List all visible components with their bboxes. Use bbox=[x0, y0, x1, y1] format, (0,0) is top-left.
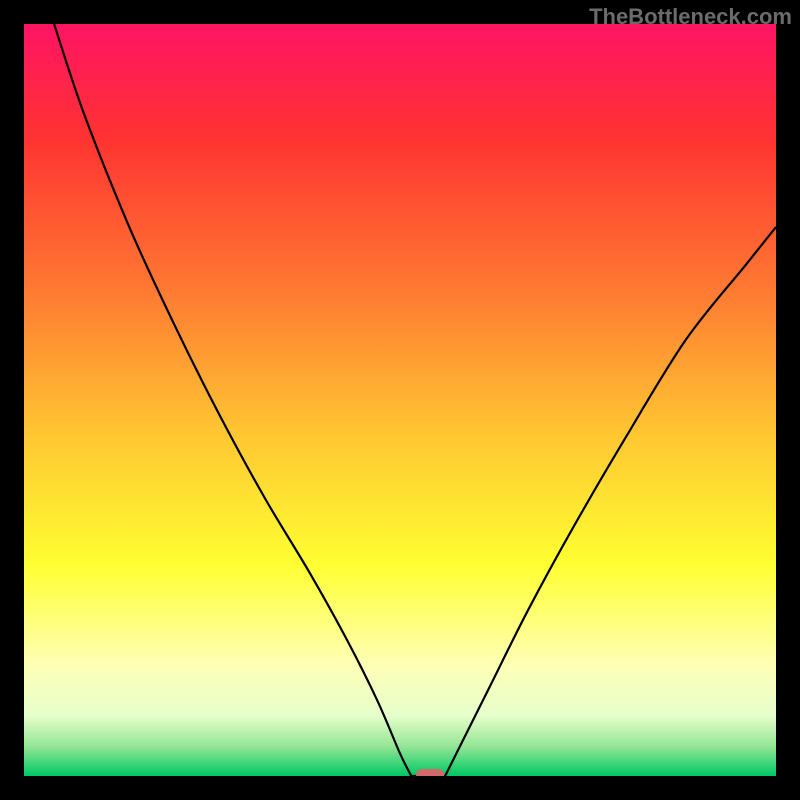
watermark-text: TheBottleneck.com bbox=[589, 4, 792, 30]
plot-area bbox=[24, 24, 776, 776]
optimal-marker bbox=[416, 769, 444, 776]
gradient-background bbox=[24, 24, 776, 776]
chart-svg bbox=[24, 24, 776, 776]
bottleneck-chart: TheBottleneck.com bbox=[0, 0, 800, 800]
